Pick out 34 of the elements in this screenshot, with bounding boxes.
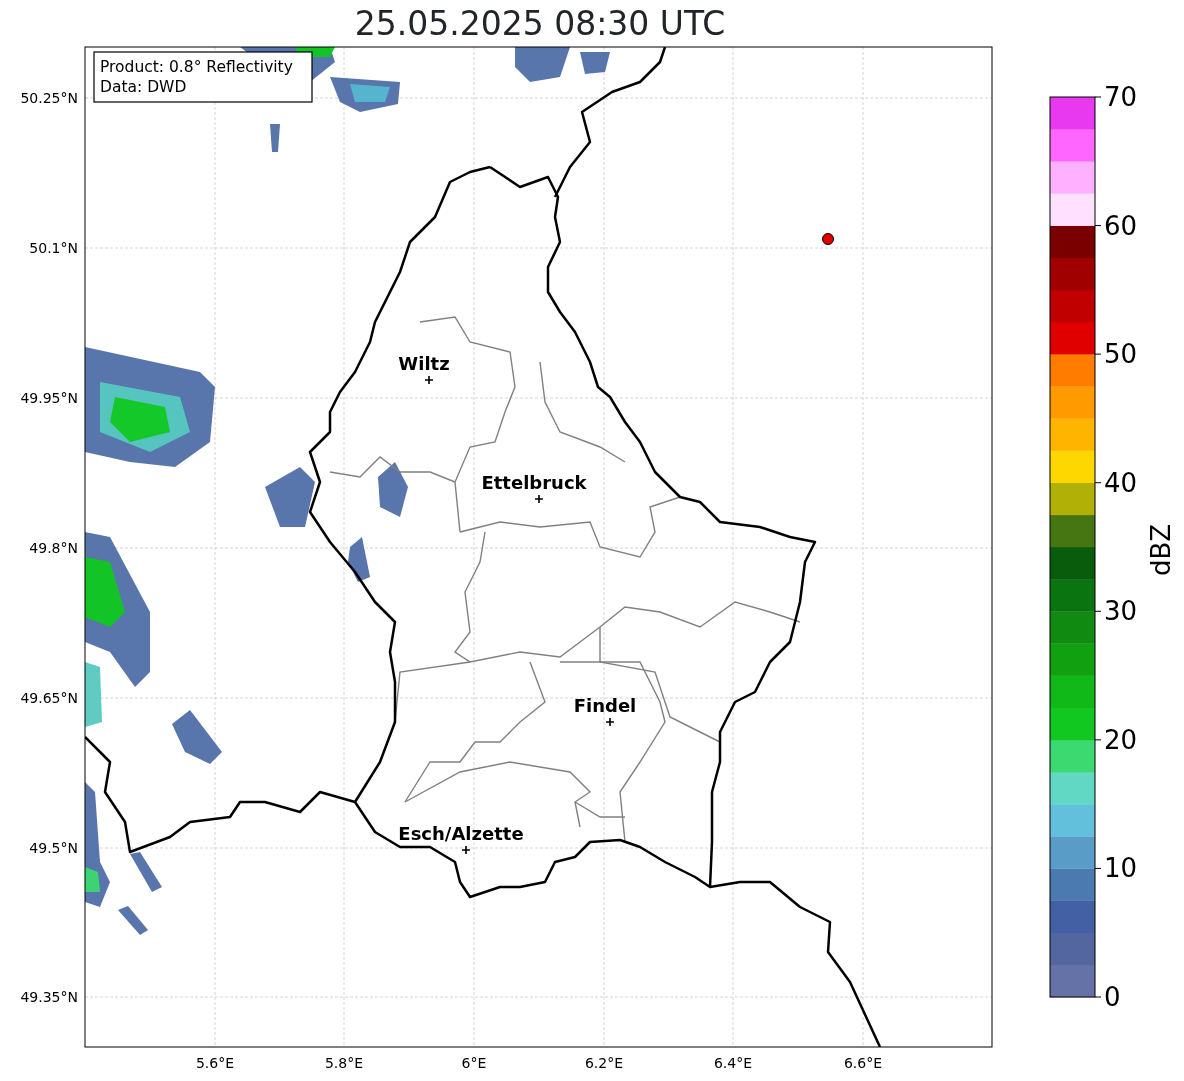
info-text: Product: 0.8° Reflectivity	[100, 58, 293, 76]
colorbar-tick-label: 20	[1104, 724, 1138, 755]
info-text: Data: DWD	[100, 78, 187, 96]
colorbar-tick-label: 50	[1104, 339, 1138, 370]
city-label: Ettelbruck	[481, 472, 587, 493]
city-marker-icon	[424, 375, 434, 385]
city-label: Findel	[573, 695, 637, 716]
y-tick-label: 49.5°N	[29, 840, 78, 856]
city-marker-icon	[461, 845, 471, 855]
city-label: Esch/Alzette	[398, 823, 524, 844]
radar-site-marker	[822, 233, 834, 245]
colorbar-tick-label: 40	[1104, 467, 1138, 498]
x-tick-label: 5.6°E	[195, 1055, 235, 1071]
chart-title: 25.05.2025 08:30 UTC	[353, 3, 727, 45]
y-tick-label: 49.65°N	[20, 690, 78, 706]
city-marker-icon	[534, 494, 544, 504]
colorbar-tick-label: 10	[1104, 853, 1138, 884]
colorbar-tick-label: 60	[1104, 210, 1138, 241]
y-tick-label: 49.95°N	[20, 390, 78, 406]
colorbar-tick-label: 0	[1104, 982, 1121, 1012]
colorbar-label: dBZ	[1146, 523, 1176, 577]
y-tick-label: 49.35°N	[20, 989, 78, 1005]
x-tick-label: 6.2°E	[584, 1055, 624, 1071]
city-label: Wiltz	[398, 353, 450, 374]
y-tick-label: 50.1°N	[29, 240, 78, 256]
x-tick-label: 6.6°E	[843, 1055, 883, 1071]
y-tick-label: 49.8°N	[29, 540, 78, 556]
x-tick-label: 6.4°E	[713, 1055, 753, 1071]
colorbar-tick-label: 70	[1104, 82, 1138, 112]
x-tick-label: 5.8°E	[324, 1055, 364, 1071]
x-tick-label: 6°E	[461, 1055, 487, 1071]
y-tick-label: 50.25°N	[20, 90, 78, 106]
colorbar-tick-label: 30	[1104, 596, 1138, 627]
city-marker-icon	[605, 717, 615, 727]
